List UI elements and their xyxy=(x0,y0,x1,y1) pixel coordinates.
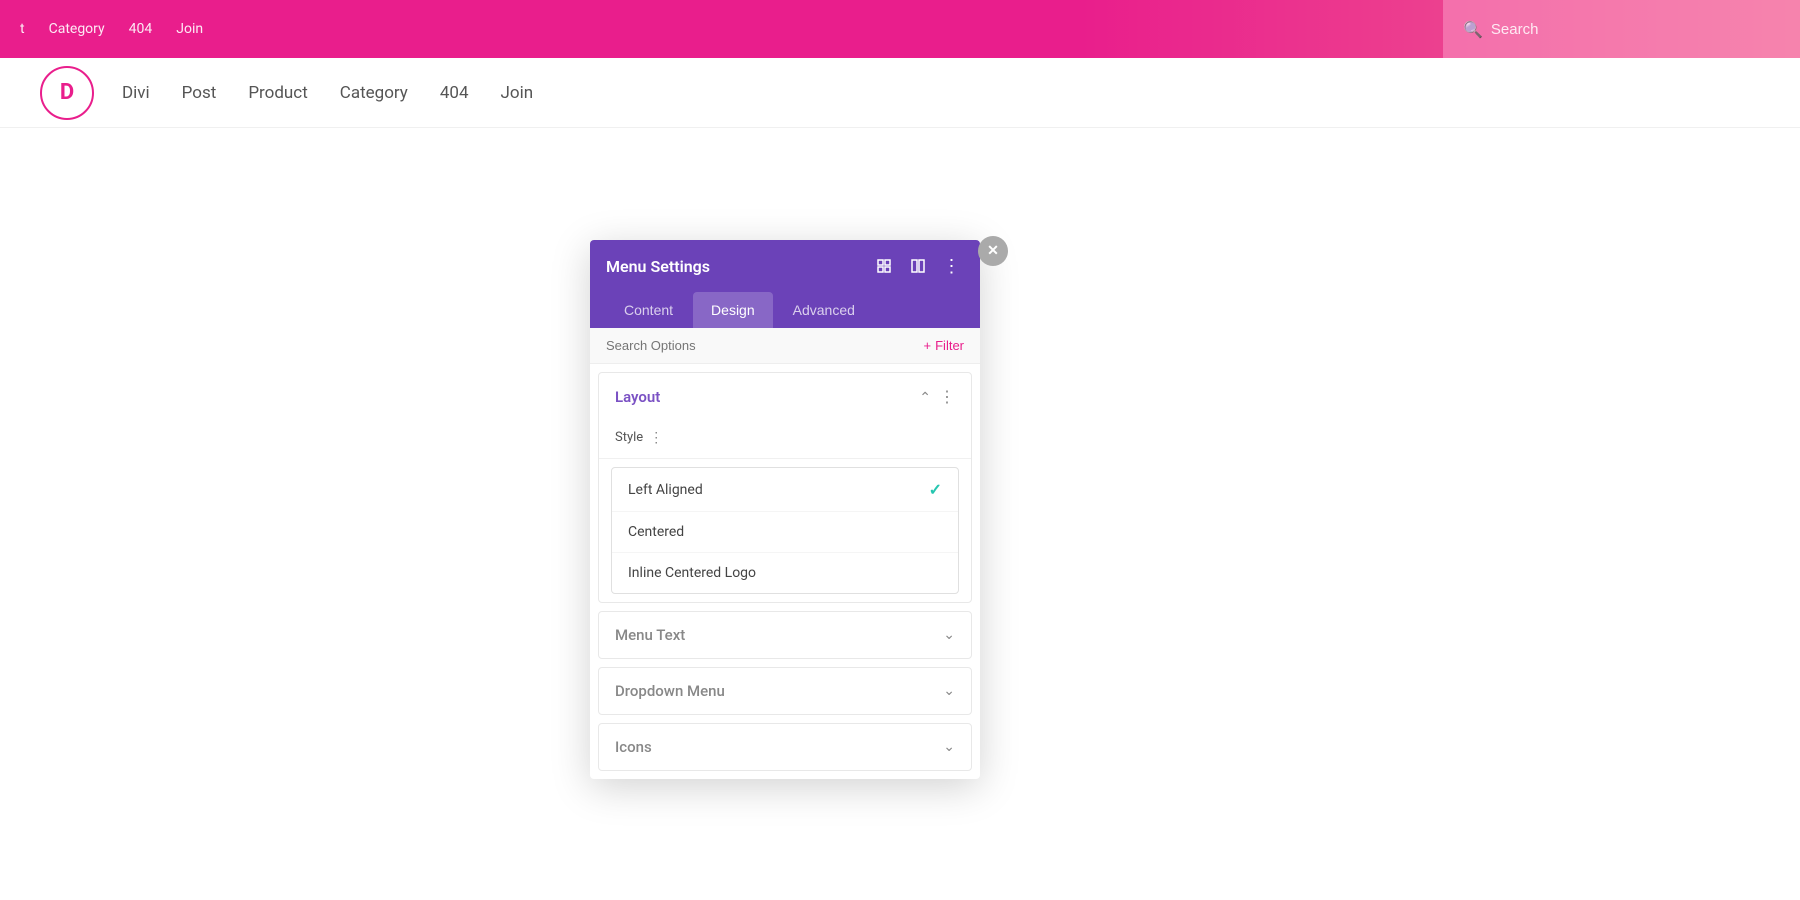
panel-scroll[interactable]: Layout ⌃ ⋮ Style ⋮ Left Aligned ✓ xyxy=(590,364,980,779)
panel-tabs: Content Design Advanced xyxy=(590,292,980,328)
main-nav: D Divi Post Product Category 404 Join xyxy=(0,58,1800,128)
layout-collapse-button[interactable]: ⌃ xyxy=(919,389,931,406)
topbar-nav-t[interactable]: t xyxy=(20,21,25,37)
tab-advanced[interactable]: Advanced xyxy=(775,292,873,328)
settings-panel: Menu Settings ⋮ xyxy=(590,240,980,779)
panel-header: Menu Settings ⋮ xyxy=(590,240,980,292)
layout-section-title: Layout xyxy=(615,388,660,406)
check-icon: ✓ xyxy=(929,480,942,499)
style-dropdown: Left Aligned ✓ Centered Inline Centered … xyxy=(611,467,959,594)
option-left-aligned-label: Left Aligned xyxy=(628,482,703,498)
icons-title: Icons xyxy=(615,738,652,756)
filter-button[interactable]: + Filter xyxy=(924,338,964,353)
expand-icon-button[interactable] xyxy=(872,254,896,278)
columns-icon xyxy=(910,258,926,274)
top-search-input[interactable] xyxy=(1491,21,1780,38)
option-left-aligned[interactable]: Left Aligned ✓ xyxy=(612,468,958,512)
nav-category[interactable]: Category xyxy=(340,83,408,103)
dots-icon: ⋮ xyxy=(943,256,962,277)
search-options-input[interactable] xyxy=(606,338,916,353)
main-nav-links: Divi Post Product Category 404 Join xyxy=(122,83,533,103)
panel-header-icons: ⋮ xyxy=(872,254,964,278)
layout-section-header: Layout ⌃ ⋮ xyxy=(599,373,971,421)
topbar-nav-404[interactable]: 404 xyxy=(129,21,153,37)
more-options-button[interactable]: ⋮ xyxy=(940,254,964,278)
filter-plus-icon: + xyxy=(924,338,932,353)
topbar-nav-join[interactable]: Join xyxy=(176,21,203,37)
dropdown-menu-title: Dropdown Menu xyxy=(615,682,725,700)
tab-content[interactable]: Content xyxy=(606,292,691,328)
style-options-button[interactable]: ⋮ xyxy=(649,429,663,446)
dropdown-menu-chevron-icon: ⌄ xyxy=(943,683,955,699)
search-icon: 🔍 xyxy=(1463,20,1483,39)
top-bar-search-area: 🔍 xyxy=(1443,0,1800,58)
tab-design[interactable]: Design xyxy=(693,292,773,328)
menu-text-section[interactable]: Menu Text ⌄ xyxy=(598,611,972,659)
layout-section: Layout ⌃ ⋮ Style ⋮ Left Aligned ✓ xyxy=(598,372,972,603)
topbar-nav-category[interactable]: Category xyxy=(49,21,105,37)
menu-text-chevron-icon: ⌄ xyxy=(943,627,955,643)
nav-join[interactable]: Join xyxy=(501,83,534,103)
top-bar: t Category 404 Join 🔍 xyxy=(0,0,1800,58)
logo: D xyxy=(40,66,94,120)
top-bar-nav: t Category 404 Join xyxy=(20,21,203,37)
icons-section[interactable]: Icons ⌄ xyxy=(598,723,972,771)
dropdown-menu-section[interactable]: Dropdown Menu ⌄ xyxy=(598,667,972,715)
nav-divi[interactable]: Divi xyxy=(122,83,150,103)
close-panel-button[interactable]: ✕ xyxy=(978,236,1008,266)
nav-post[interactable]: Post xyxy=(182,83,217,103)
option-centered[interactable]: Centered xyxy=(612,512,958,553)
expand-icon xyxy=(876,258,892,274)
filter-label: Filter xyxy=(935,338,964,353)
layout-options-button[interactable]: ⋮ xyxy=(939,387,955,407)
style-row: Style ⋮ xyxy=(599,421,971,459)
nav-product[interactable]: Product xyxy=(248,83,307,103)
layout-section-actions: ⌃ ⋮ xyxy=(919,387,955,407)
style-label: Style xyxy=(615,430,643,445)
close-icon: ✕ xyxy=(987,243,999,259)
menu-text-title: Menu Text xyxy=(615,626,685,644)
option-inline-centered-logo-label: Inline Centered Logo xyxy=(628,565,756,581)
option-inline-centered-logo[interactable]: Inline Centered Logo xyxy=(612,553,958,593)
icons-chevron-icon: ⌄ xyxy=(943,739,955,755)
nav-404[interactable]: 404 xyxy=(440,83,469,103)
columns-icon-button[interactable] xyxy=(906,254,930,278)
option-centered-label: Centered xyxy=(628,524,684,540)
search-options-bar: + Filter xyxy=(590,328,980,364)
page-content: Menu Settings ⋮ xyxy=(0,128,1800,900)
panel-title: Menu Settings xyxy=(606,257,710,276)
